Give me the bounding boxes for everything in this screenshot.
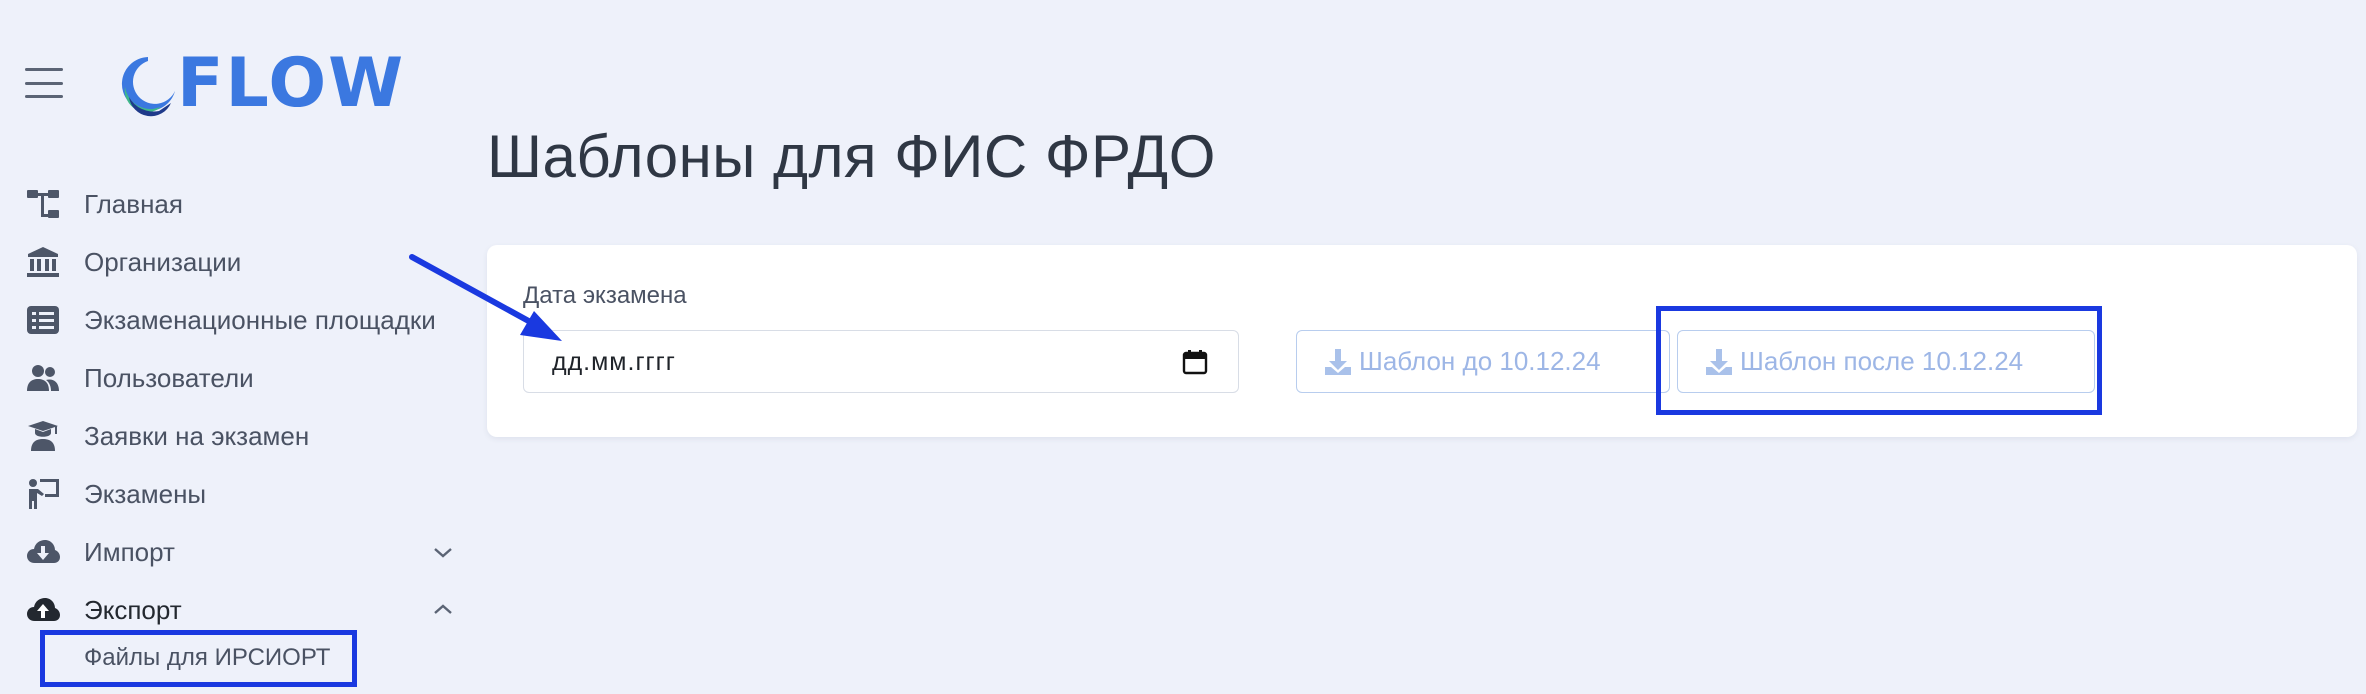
sidebar-item-exam-requests[interactable]: Заявки на экзамен — [0, 410, 470, 462]
cloud-upload-icon — [25, 592, 61, 628]
exam-date-input[interactable]: дд.мм.гггг — [523, 330, 1239, 393]
sidebar-item-exams[interactable]: Экзамены — [0, 468, 470, 520]
sidebar-item-label: Главная — [84, 188, 183, 219]
logo[interactable]: FLOW — [115, 48, 405, 120]
list-icon — [25, 302, 61, 338]
sidebar: FLOW Главная Организации Экзаменационные… — [0, 0, 470, 694]
sidebar-item-organizations[interactable]: Организации — [0, 236, 470, 288]
sidebar-item-label: Экзамены — [84, 478, 207, 509]
users-icon — [25, 360, 61, 396]
hamburger-menu-button[interactable] — [25, 68, 63, 98]
sidebar-item-exam-sites[interactable]: Экзаменационные площадки — [0, 294, 470, 346]
hamburger-icon-line — [25, 68, 63, 71]
sidebar-item-label: Импорт — [84, 536, 175, 567]
sidebar-item-label: Экзаменационные площадки — [84, 304, 436, 335]
logo-text: FLOW — [177, 44, 406, 123]
exam-date-label: Дата экзамена — [523, 282, 687, 309]
calendar-icon[interactable] — [1182, 349, 1208, 375]
exam-date-placeholder: дд.мм.гггг — [552, 348, 676, 376]
graduate-icon — [25, 418, 61, 454]
sidebar-item-home[interactable]: Главная — [0, 178, 470, 230]
chevron-down-icon[interactable] — [432, 541, 454, 563]
highlight-box — [1656, 306, 2102, 415]
sidebar-item-import[interactable]: Импорт — [0, 526, 470, 578]
sidebar-item-users[interactable]: Пользователи — [0, 352, 470, 404]
sidebar-item-label: Пользователи — [84, 362, 254, 393]
download-icon — [1325, 348, 1351, 375]
hamburger-icon-line — [25, 81, 63, 85]
teacher-board-icon — [25, 476, 61, 512]
chevron-up-icon[interactable] — [432, 599, 454, 621]
sidebar-item-label: Заявки на экзамен — [84, 420, 310, 451]
sidebar-item-label: Организации — [84, 246, 242, 277]
bank-icon — [25, 244, 61, 280]
page-title: Шаблоны для ФИС ФРДО — [487, 123, 1216, 190]
template-before-label: Шаблон до 10.12.24 — [1359, 346, 1601, 376]
sidebar-item-label: Экспорт — [84, 594, 182, 625]
template-before-button[interactable]: Шаблон до 10.12.24 — [1296, 330, 1670, 393]
sitemap-icon — [25, 186, 61, 222]
sidebar-item-export[interactable]: Экспорт — [0, 584, 470, 636]
highlight-box — [40, 630, 357, 687]
cloud-download-icon — [25, 534, 61, 570]
flow-logo-icon — [121, 57, 175, 117]
hamburger-icon-line — [25, 95, 63, 98]
